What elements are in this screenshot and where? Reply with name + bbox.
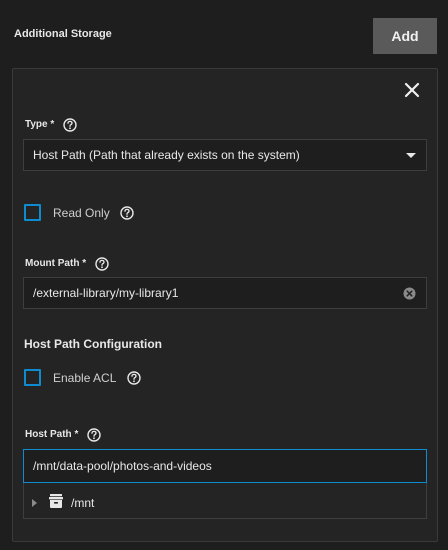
help-icon[interactable] (94, 256, 109, 271)
type-label-row: Type * (25, 117, 77, 132)
type-label: Type * (25, 119, 55, 130)
folder-icon (47, 492, 65, 513)
close-icon[interactable] (401, 79, 423, 101)
mount-path-value: /external-library/my-library1 (33, 286, 179, 300)
read-only-row: Read Only (24, 204, 135, 221)
host-path-input[interactable]: /mnt/data-pool/photos-and-videos (23, 449, 427, 483)
help-icon[interactable] (62, 117, 77, 132)
read-only-checkbox[interactable] (24, 204, 41, 221)
host-path-label: Host Path * (25, 429, 79, 440)
type-select-value: Host Path (Path that already exists on t… (33, 148, 300, 162)
section-header: Additional Storage Add (0, 0, 448, 68)
read-only-label: Read Only (53, 205, 110, 220)
mount-path-label-row: Mount Path * (25, 256, 109, 271)
help-icon[interactable] (120, 205, 135, 220)
add-button[interactable]: Add (373, 18, 437, 54)
enable-acl-row: Enable ACL (24, 369, 141, 386)
host-path-tree: /mnt (23, 483, 427, 519)
expand-arrow-icon[interactable] (32, 498, 37, 507)
storage-entry-card: Type * Host Path (Path that already exis… (12, 68, 438, 542)
enable-acl-label: Enable ACL (53, 370, 117, 385)
clear-icon[interactable] (403, 287, 416, 300)
host-path-label-row: Host Path * (25, 427, 101, 442)
tree-node-mnt[interactable]: /mnt (32, 492, 94, 513)
type-select[interactable]: Host Path (Path that already exists on t… (23, 139, 427, 171)
section-title: Additional Storage (14, 28, 112, 40)
help-icon[interactable] (86, 427, 101, 442)
mount-path-input[interactable]: /external-library/my-library1 (23, 277, 427, 309)
tree-node-label: /mnt (71, 495, 95, 510)
help-icon[interactable] (126, 370, 141, 385)
host-path-value: /mnt/data-pool/photos-and-videos (33, 459, 212, 473)
mount-path-label: Mount Path * (25, 258, 87, 269)
host-path-config-heading: Host Path Configuration (24, 337, 162, 351)
chevron-down-icon (406, 153, 416, 158)
enable-acl-checkbox[interactable] (24, 369, 41, 386)
